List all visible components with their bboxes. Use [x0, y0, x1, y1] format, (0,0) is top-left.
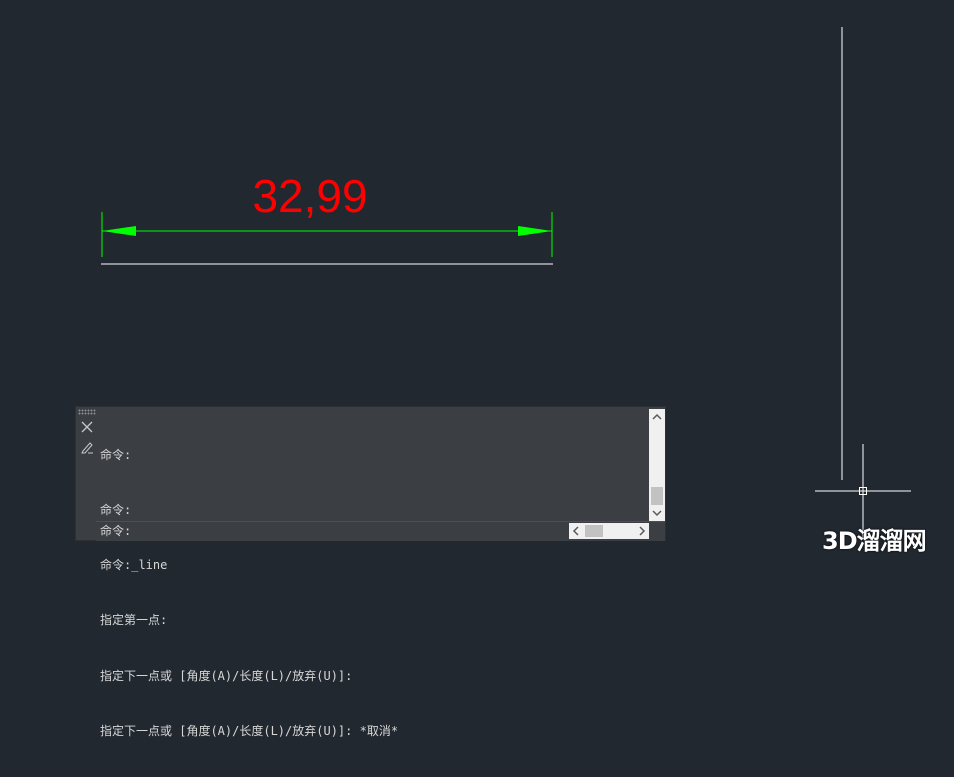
history-line: 指定下一点或 [角度(A)/长度(L)/放弃(U)]:: [100, 668, 353, 683]
crosshair-cursor-icon: [815, 444, 911, 538]
command-input-row: 命令:: [96, 521, 665, 541]
scroll-right-icon[interactable]: [635, 523, 649, 539]
scroll-up-icon[interactable]: [649, 409, 665, 425]
vertical-scroll-thumb[interactable]: [651, 487, 663, 505]
horizontal-scrollbar[interactable]: [569, 523, 649, 539]
dimension-text[interactable]: 32,99: [220, 168, 400, 224]
history-line: 指定第一点:: [100, 613, 168, 628]
command-line-panel: 命令: 命令: 命令:_line 指定第一点: 指定下一点或 [角度(A)/长度…: [75, 406, 666, 738]
history-line: 命令:: [100, 447, 132, 462]
history-line: 命令:_line: [100, 558, 168, 573]
vertical-scrollbar[interactable]: [649, 409, 665, 521]
history-line: 命令:: [100, 503, 132, 518]
dimension-arrow-left: [102, 226, 136, 236]
horizontal-scroll-thumb[interactable]: [585, 525, 603, 537]
scroll-down-icon[interactable]: [649, 505, 665, 521]
grip-icon[interactable]: [78, 409, 96, 415]
pen-icon[interactable]: [79, 439, 95, 455]
command-history: 命令: 命令: 命令:_line 指定第一点: 指定下一点或 [角度(A)/长度…: [100, 409, 648, 738]
history-line: 指定下一点或 [角度(A)/长度(L)/放弃(U)]: *取消*: [100, 723, 399, 738]
watermark-logo: 3D溜溜网: [822, 527, 927, 555]
dimension-arrow-right: [518, 226, 552, 236]
command-input[interactable]: [148, 523, 562, 541]
command-prompt: 命令:: [100, 524, 132, 538]
close-icon[interactable]: [79, 419, 95, 435]
scroll-left-icon[interactable]: [569, 523, 583, 539]
